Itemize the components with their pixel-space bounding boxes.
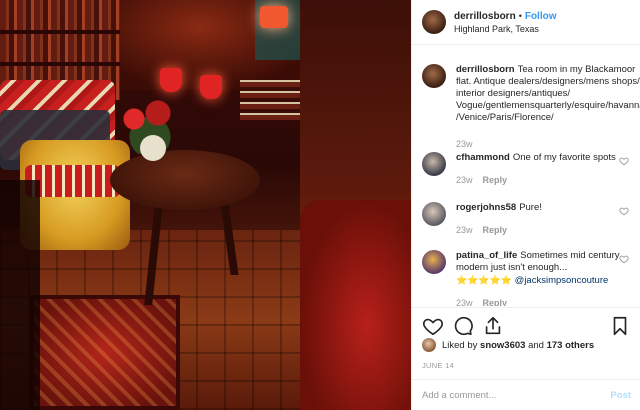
like-heart-icon[interactable] [422, 315, 444, 337]
photo-shelf [0, 62, 120, 66]
comment-time[interactable]: 23w [456, 175, 473, 185]
post-photo[interactable] [0, 0, 411, 410]
reply-button[interactable]: Reply [483, 175, 508, 185]
photo-lamp [200, 75, 222, 99]
author-username[interactable]: derrillosborn [454, 11, 516, 22]
commenter-avatar[interactable] [422, 202, 446, 226]
follow-button[interactable]: Follow [525, 11, 557, 22]
commenter-avatar[interactable] [422, 152, 446, 176]
caption-meta: 23w [456, 138, 640, 150]
caption-time[interactable]: 23w [456, 139, 473, 149]
photo-red-chair [300, 200, 411, 410]
comment-meta: 23w Reply [456, 224, 633, 236]
reply-button[interactable]: Reply [483, 298, 508, 306]
photo-table [110, 150, 260, 210]
photo-vase [140, 135, 166, 161]
photo-rug [30, 295, 180, 410]
comment-item: rogerjohns58 Pure! 23w Reply [422, 202, 633, 236]
share-icon[interactable] [482, 315, 504, 337]
comment-mention[interactable]: @jacksimpsoncouture [515, 275, 609, 286]
comment-time[interactable]: 23w [456, 225, 473, 235]
post-sidebar: derrillosborn • Follow Highland Park, Texa… [411, 0, 640, 410]
reply-button[interactable]: Reply [483, 225, 508, 235]
comment-body: patina_of_life Sometimes mid century mode… [456, 250, 633, 306]
photo-lamp [160, 68, 182, 92]
comment-time[interactable]: 23w [456, 298, 473, 306]
likes-others-link[interactable]: 173 others [547, 340, 595, 351]
heart-icon[interactable] [619, 206, 629, 216]
comment-username[interactable]: cfhammond [456, 152, 510, 163]
add-comment-bar: Add a comment... Post [412, 379, 640, 410]
comment-body: rogerjohns58 Pure! 23w Reply [456, 202, 633, 236]
photo-lamp [260, 6, 288, 28]
author-avatar[interactable] [422, 10, 446, 34]
post-header: derrillosborn • Follow Highland Park, Texa… [412, 0, 640, 45]
post-modal: derrillosborn • Follow Highland Park, Texa… [0, 0, 640, 410]
photo-shelf [0, 30, 120, 34]
heart-icon[interactable] [619, 156, 629, 166]
comment-body: cfhammond One of my favorite spots 23w Rep… [456, 152, 633, 186]
comment-username[interactable]: rogerjohns58 [456, 202, 516, 213]
comments-list[interactable]: derrillosborn Tea room in my Blackamoor f… [412, 46, 640, 306]
comment-item: cfhammond One of my favorite spots 23w Rep… [422, 152, 633, 186]
heart-icon[interactable] [619, 254, 629, 264]
comment-text: One of my favorite spots [512, 152, 616, 163]
commenter-avatar[interactable] [422, 250, 446, 274]
header-meta: derrillosborn • Follow Highland Park, Texa… [454, 11, 557, 34]
photo-shadow [0, 180, 40, 410]
star-emojis: ⭐⭐⭐⭐⭐ [456, 275, 513, 285]
comment-input[interactable]: Add a comment... [422, 390, 610, 401]
separator-dot: • [518, 10, 522, 21]
liker-avatar[interactable] [422, 338, 436, 352]
likes-summary: Liked by snow3603 and 173 others [422, 338, 594, 352]
caption-avatar[interactable] [422, 64, 446, 88]
comment-item: patina_of_life Sometimes mid century mode… [422, 250, 633, 306]
caption: derrillosborn Tea room in my Blackamoor f… [422, 64, 640, 150]
caption-username[interactable]: derrillosborn [456, 64, 515, 75]
caption-body: derrillosborn Tea room in my Blackamoor f… [456, 64, 640, 150]
liker-username[interactable]: snow3603 [480, 340, 525, 351]
post-button[interactable]: Post [610, 390, 631, 401]
comment-username[interactable]: patina_of_life [456, 250, 517, 261]
comment-text: Pure! [519, 202, 542, 213]
post-date[interactable]: JUNE 14 [422, 361, 454, 370]
post-location[interactable]: Highland Park, Texas [454, 24, 557, 34]
comment-bubble-icon[interactable] [452, 315, 474, 337]
comment-meta: 23w Reply [456, 297, 633, 306]
bookmark-icon[interactable] [609, 315, 631, 337]
comment-meta: 23w Reply [456, 174, 633, 186]
likes-middle: and [528, 339, 544, 351]
photo-book-stack [240, 80, 300, 120]
likes-prefix: Liked by [442, 339, 478, 351]
